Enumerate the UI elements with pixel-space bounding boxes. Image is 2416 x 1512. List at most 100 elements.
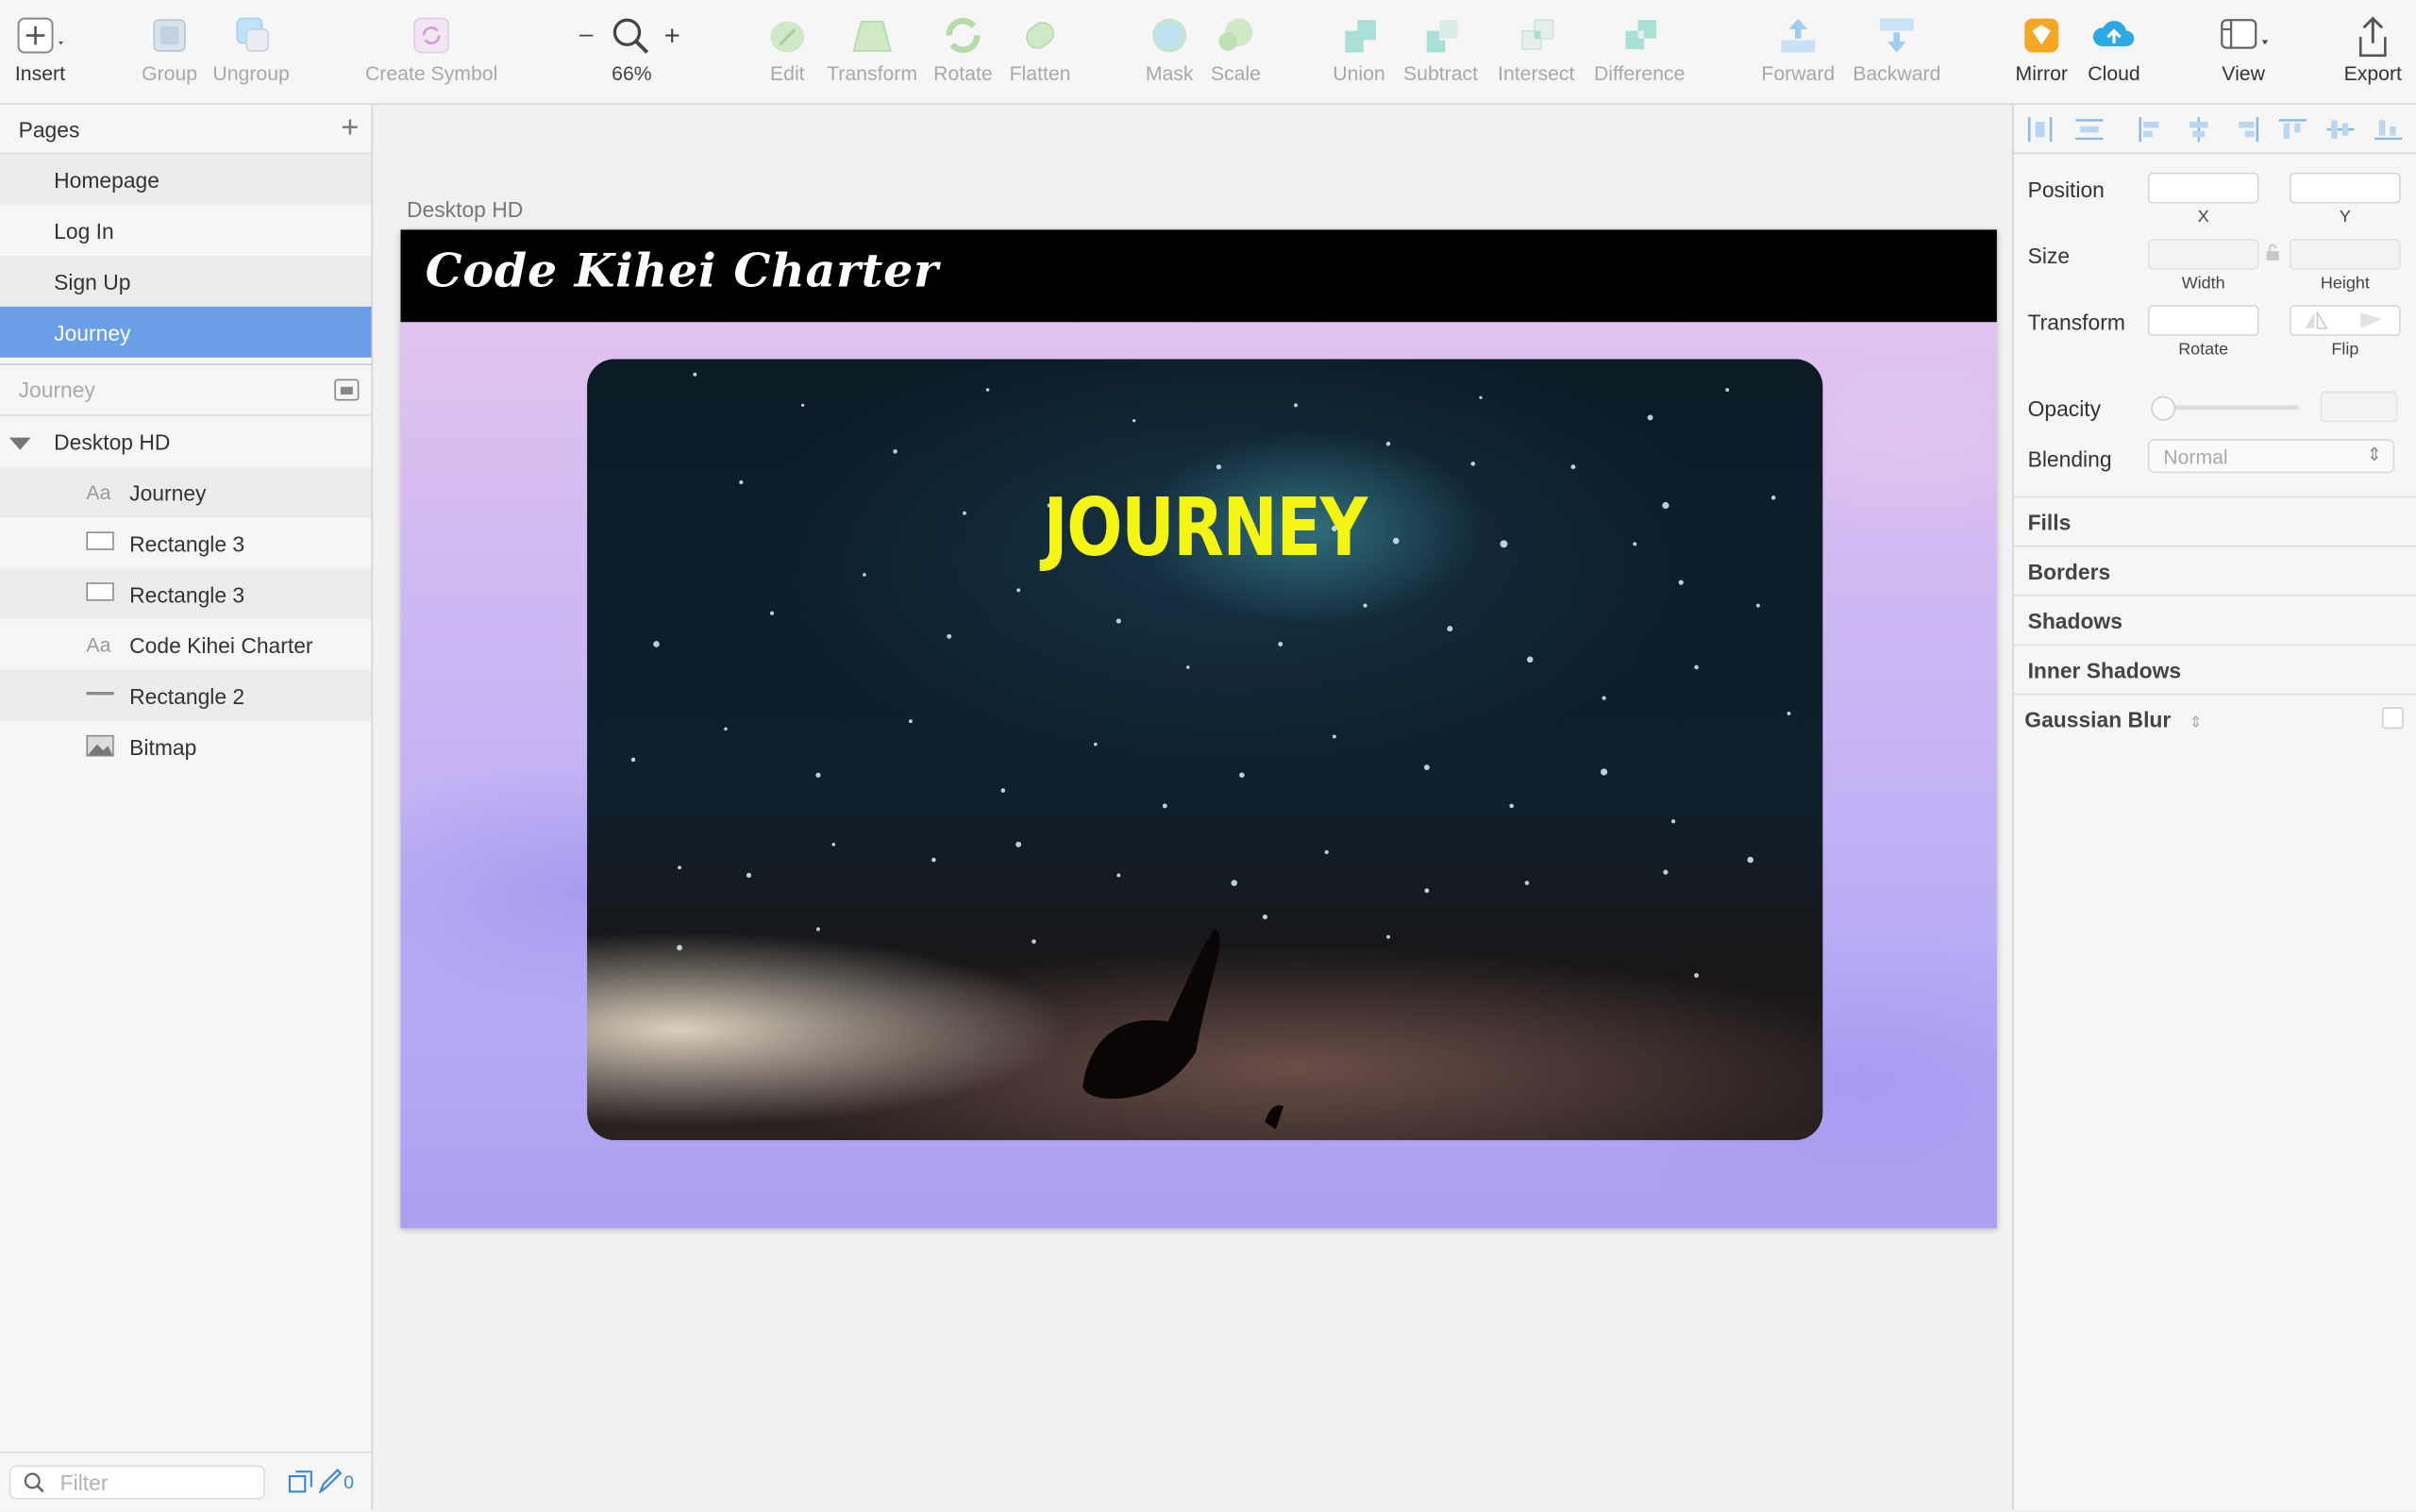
artboard-label[interactable]: Desktop HD xyxy=(407,197,523,222)
line-icon xyxy=(86,684,117,709)
x-label: X xyxy=(2197,208,2209,227)
opacity-field[interactable] xyxy=(2320,391,2398,423)
flip-control[interactable] xyxy=(2290,305,2401,336)
group-icon xyxy=(153,19,186,52)
mask-button[interactable]: Mask xyxy=(1143,15,1196,85)
bring-forward-icon xyxy=(1781,18,1816,53)
flatten-button[interactable]: Flatten xyxy=(1008,15,1073,85)
align-bottom-icon[interactable] xyxy=(2374,117,2403,142)
align-top-icon[interactable] xyxy=(2278,117,2307,142)
starry-sky-bitmap[interactable]: JOURNEY xyxy=(587,359,1823,1141)
site-title[interactable]: Code Kihei Charter xyxy=(426,245,939,299)
text-layer-icon: Aa xyxy=(86,633,111,657)
opacity-slider-handle[interactable] xyxy=(2151,395,2176,421)
blending-select[interactable]: Normal ⇕ xyxy=(2147,439,2395,474)
align-center-icon[interactable] xyxy=(2185,117,2212,143)
distribute-vertical-icon[interactable] xyxy=(2075,117,2104,142)
view-icon xyxy=(2221,19,2269,49)
sidebar-footer: 0 xyxy=(0,1451,372,1512)
height-field[interactable] xyxy=(2290,239,2401,270)
lock-icon[interactable] xyxy=(2265,244,2280,262)
layer-item[interactable]: Bitmap xyxy=(0,721,371,772)
insert-button[interactable]: Insert xyxy=(9,15,71,85)
transform-label: Transform xyxy=(2027,310,2125,335)
view-button[interactable]: View xyxy=(2209,15,2277,85)
slices-filter-icon[interactable] xyxy=(317,1469,343,1494)
backward-button[interactable]: Backward xyxy=(1849,15,1944,85)
mask-icon xyxy=(1152,18,1187,53)
ungroup-button[interactable]: Ungroup xyxy=(211,15,292,85)
page-item-sign-up[interactable]: Sign Up xyxy=(0,256,372,307)
transform-button[interactable]: Transform xyxy=(824,15,919,85)
symbols-filter-icon[interactable] xyxy=(288,1470,312,1495)
layer-item[interactable]: Aa Code Kihei Charter xyxy=(0,619,371,670)
header-bar[interactable]: Code Kihei Charter xyxy=(400,229,1997,323)
text-layer-icon: Aa xyxy=(86,480,111,504)
disclosure-triangle-icon[interactable] xyxy=(8,437,31,450)
opacity-label: Opacity xyxy=(2027,395,2102,421)
gaussian-blur-section[interactable]: Gaussian Blur ⇕ xyxy=(2013,693,2416,742)
rotate-field[interactable] xyxy=(2147,305,2259,336)
shadows-section[interactable]: Shadows xyxy=(2013,595,2416,643)
artboard-desktop-hd[interactable]: Code Kihei Charter JOURNEY xyxy=(400,229,1997,1229)
position-x-field[interactable] xyxy=(2147,172,2259,204)
journey-heading[interactable]: JOURNEY xyxy=(698,482,1712,575)
layer-group-desktop-hd[interactable]: Desktop HD xyxy=(0,416,371,467)
align-right-icon[interactable] xyxy=(2233,117,2260,143)
pages-title: Pages xyxy=(18,117,80,143)
page-item-homepage[interactable]: Homepage xyxy=(0,154,372,206)
canvas[interactable]: Desktop HD Code Kihei Charter JOURNEY xyxy=(373,105,2013,1511)
layer-item[interactable]: Rectangle 2 xyxy=(0,670,372,722)
symbol-icon xyxy=(413,17,449,54)
layer-item[interactable]: Rectangle 3 xyxy=(0,518,371,569)
distribute-horizontal-icon[interactable] xyxy=(2026,117,2054,143)
rectangle-icon xyxy=(86,582,117,607)
rotate-button[interactable]: Rotate xyxy=(932,15,994,85)
mirror-button[interactable]: Mirror xyxy=(2011,15,2072,85)
union-icon xyxy=(1345,20,1376,53)
forward-button[interactable]: Forward xyxy=(1758,15,1838,85)
position-y-field[interactable] xyxy=(2290,172,2401,204)
insert-icon xyxy=(17,17,63,54)
export-button[interactable]: Export xyxy=(2339,15,2407,85)
ungroup-icon xyxy=(236,17,269,52)
scale-icon xyxy=(1218,18,1253,51)
filter-input[interactable] xyxy=(57,1468,260,1497)
gaussian-blur-checkbox[interactable] xyxy=(2382,707,2404,730)
union-button[interactable]: Union xyxy=(1328,15,1389,85)
layer-item[interactable]: Aa Journey xyxy=(0,466,372,518)
flip-horizontal-icon[interactable] xyxy=(2304,311,2328,330)
page-item-log-in[interactable]: Log In xyxy=(0,205,371,256)
align-middle-icon[interactable] xyxy=(2326,117,2355,142)
plus-icon[interactable]: + xyxy=(341,112,359,143)
transform-icon xyxy=(852,21,892,52)
cloud-button[interactable]: Cloud xyxy=(2083,15,2144,85)
zoom-control: – + 66% xyxy=(570,15,694,85)
width-field[interactable] xyxy=(2147,239,2259,270)
difference-button[interactable]: Difference xyxy=(1588,15,1690,85)
create-symbol-button[interactable]: Create Symbol xyxy=(361,15,502,85)
layer-item[interactable]: Rectangle 3 xyxy=(0,568,372,620)
group-button[interactable]: Group xyxy=(139,15,200,85)
inner-shadows-section[interactable]: Inner Shadows xyxy=(2013,644,2416,692)
flip-label: Flip xyxy=(2331,340,2359,360)
page-item-journey[interactable]: Journey xyxy=(0,306,372,358)
filter-field[interactable] xyxy=(8,1465,265,1500)
search-icon xyxy=(24,1472,44,1493)
borders-section[interactable]: Borders xyxy=(2013,545,2416,594)
zoom-in-button[interactable]: + xyxy=(664,20,680,52)
scale-button[interactable]: Scale xyxy=(1208,15,1264,85)
subtract-icon xyxy=(1426,20,1458,53)
align-left-icon[interactable] xyxy=(2137,117,2164,143)
page-label: Sign Up xyxy=(54,269,131,294)
zoom-out-button[interactable]: – xyxy=(579,22,594,49)
flip-vertical-icon[interactable] xyxy=(2359,311,2384,330)
blur-type-chevron-icon[interactable]: ⇕ xyxy=(2190,715,2203,732)
intersect-button[interactable]: Intersect xyxy=(1491,15,1581,85)
send-backward-icon xyxy=(1879,18,1914,53)
collapse-layers-icon[interactable] xyxy=(334,378,360,401)
subtract-button[interactable]: Subtract xyxy=(1398,15,1484,85)
edit-button[interactable]: Edit xyxy=(762,15,814,85)
fills-section[interactable]: Fills xyxy=(2013,496,2416,545)
page-label: Log In xyxy=(54,218,114,244)
